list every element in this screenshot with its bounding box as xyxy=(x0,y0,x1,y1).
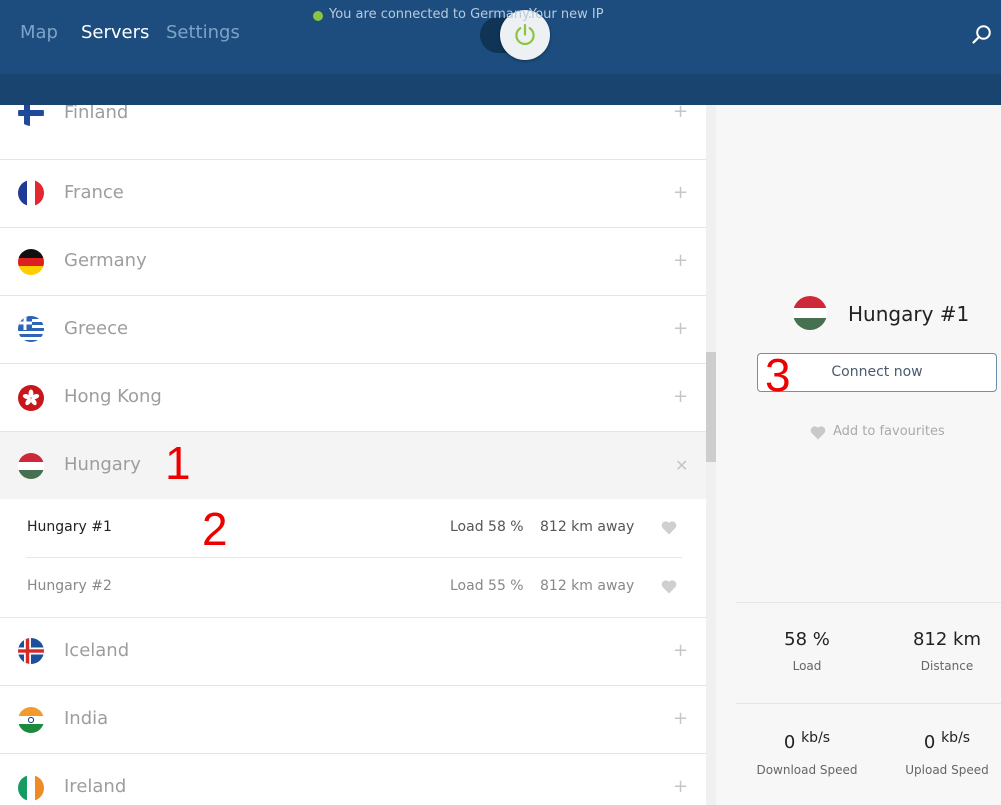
collapse-hungary-icon[interactable]: ✕ xyxy=(675,456,688,475)
country-name-hong-kong: Hong Kong xyxy=(64,386,162,407)
country-row-germany[interactable]: Germany + xyxy=(0,228,706,296)
download-speed-value: 0 kb/s xyxy=(783,730,831,753)
country-row-finland[interactable]: Finland + xyxy=(0,105,706,160)
country-name-hungary: Hungary xyxy=(64,454,141,475)
india-flag-icon xyxy=(18,707,44,733)
expand-ireland-icon[interactable]: + xyxy=(673,776,688,797)
country-name-greece: Greece xyxy=(64,318,129,339)
finland-flag-icon xyxy=(18,105,44,126)
tab-servers[interactable]: Servers xyxy=(81,22,149,43)
power-icon xyxy=(515,23,535,46)
connect-now-button[interactable]: Connect now xyxy=(757,353,997,392)
server-name: Hungary #2 xyxy=(27,578,112,594)
expand-france-icon[interactable]: + xyxy=(673,182,688,203)
greece-flag-icon xyxy=(18,316,44,342)
ireland-flag-icon xyxy=(18,775,44,801)
stats-divider xyxy=(736,602,1001,603)
add-to-favourites-label: Add to favourites xyxy=(833,424,945,439)
expand-india-icon[interactable]: + xyxy=(673,708,688,729)
distance-label: Distance xyxy=(920,659,974,673)
connection-status-text: You are connected to Germany. xyxy=(329,7,533,22)
country-row-france[interactable]: France + xyxy=(0,160,706,228)
country-row-iceland[interactable]: Iceland + xyxy=(0,618,706,686)
server-name: Hungary #1 xyxy=(27,519,112,535)
stats-divider xyxy=(736,703,1001,704)
tab-map[interactable]: Map xyxy=(20,22,58,43)
selected-server-title: Hungary #1 xyxy=(848,302,970,326)
expand-greece-icon[interactable]: + xyxy=(673,318,688,339)
iceland-flag-icon xyxy=(18,638,44,664)
country-name-france: France xyxy=(64,182,124,203)
distance-value: 812 km xyxy=(912,629,982,650)
country-row-ireland[interactable]: Ireland + xyxy=(0,754,706,805)
upload-speed-value: 0 kb/s xyxy=(923,730,971,753)
country-row-india[interactable]: India + xyxy=(0,686,706,754)
tab-settings[interactable]: Settings xyxy=(166,22,240,43)
download-speed-label: Download Speed xyxy=(756,763,858,777)
country-row-hong-kong[interactable]: Hong Kong + xyxy=(0,364,706,432)
connected-status-dot xyxy=(313,11,323,21)
germany-flag-icon xyxy=(18,249,44,275)
annotation-number-2: 2 xyxy=(202,503,228,555)
france-flag-icon xyxy=(18,180,44,206)
hong-kong-flag-icon xyxy=(18,385,44,411)
expand-finland-icon[interactable]: + xyxy=(673,105,688,122)
annotation-number-3: 3 xyxy=(765,349,791,401)
server-row-hungary-1[interactable]: Hungary #1 Load 58 % 812 km away xyxy=(0,499,706,558)
country-row-greece[interactable]: Greece + xyxy=(0,296,706,364)
annotation-number-1: 1 xyxy=(165,437,191,489)
heart-icon xyxy=(810,426,826,440)
expand-hong-kong-icon[interactable]: + xyxy=(673,386,688,407)
heart-icon[interactable] xyxy=(661,579,677,594)
heart-icon[interactable] xyxy=(661,520,677,535)
server-list: Finland + France + Germany + Greece + Ho… xyxy=(0,105,706,805)
load-value: 58 % xyxy=(784,629,830,650)
your-new-ip-link[interactable]: Your new IP xyxy=(529,7,604,22)
expand-iceland-icon[interactable]: + xyxy=(673,640,688,661)
server-distance: 812 km away xyxy=(540,519,635,535)
country-name-india: India xyxy=(64,708,109,729)
expand-germany-icon[interactable]: + xyxy=(673,250,688,271)
search-icon[interactable] xyxy=(971,24,993,46)
hungary-flag-icon xyxy=(793,296,827,330)
country-row-hungary[interactable]: Hungary ✕ xyxy=(0,432,706,500)
server-distance: 812 km away xyxy=(540,578,635,594)
scrollbar-thumb[interactable] xyxy=(706,352,716,462)
country-name-finland: Finland xyxy=(64,105,129,123)
server-load: Load 55 % xyxy=(450,578,524,594)
server-row-hungary-2[interactable]: Hungary #2 Load 55 % 812 km away xyxy=(0,558,706,617)
country-name-ireland: Ireland xyxy=(64,776,127,797)
country-name-iceland: Iceland xyxy=(64,640,130,661)
server-load: Load 58 % xyxy=(450,519,524,535)
upload-speed-label: Upload Speed xyxy=(905,763,989,777)
connection-status-bar xyxy=(0,74,1001,105)
load-label: Load xyxy=(792,659,822,673)
hungary-flag-icon xyxy=(18,453,44,479)
server-details-panel xyxy=(716,105,1001,805)
country-name-germany: Germany xyxy=(64,250,147,271)
